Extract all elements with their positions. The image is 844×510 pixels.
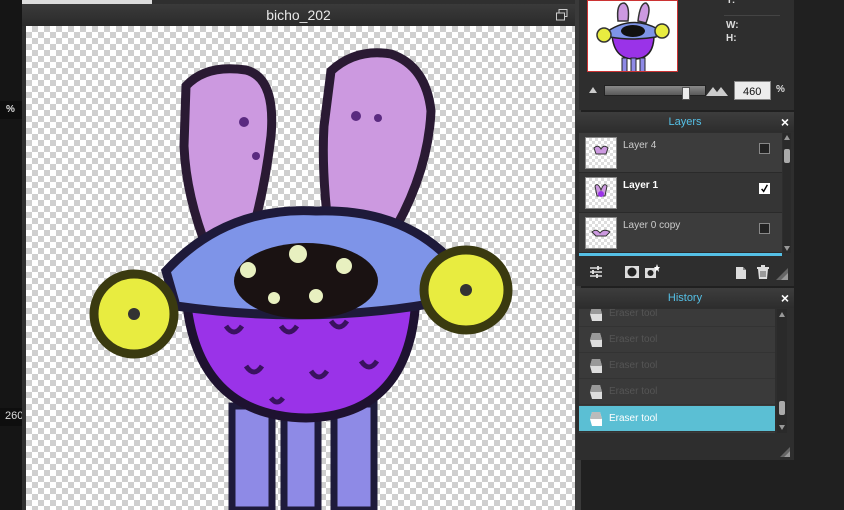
height-label: H: <box>726 33 737 44</box>
history-item[interactable]: Eraser tool <box>579 327 775 353</box>
layer-row[interactable]: Layer 4 <box>579 133 782 173</box>
effects-icon[interactable] <box>644 264 660 280</box>
width-label: W: <box>726 20 739 31</box>
restore-window-icon[interactable] <box>556 9 568 21</box>
history-item[interactable]: Eraser tool <box>579 353 775 379</box>
layer-name: Layer 1 <box>623 180 659 191</box>
document-top-strip <box>22 0 152 4</box>
history-panel: History × Eraser tool Eraser tool Eraser… <box>576 288 794 460</box>
history-titlebar[interactable]: History × <box>576 288 794 308</box>
new-layer-icon[interactable] <box>733 264 749 280</box>
eraser-icon <box>590 385 602 399</box>
history-item-label: Eraser tool <box>609 334 658 345</box>
scroll-down-icon[interactable] <box>784 246 790 251</box>
layers-scroll-thumb[interactable] <box>784 149 790 163</box>
zoom-slider-handle[interactable] <box>682 87 690 100</box>
layer-thumbnail <box>585 177 617 209</box>
layer-row[interactable]: Layer 0 copy <box>579 213 782 253</box>
history-item-label: Eraser tool <box>609 386 658 397</box>
image-canvas[interactable] <box>26 26 575 510</box>
layers-title: Layers <box>668 116 702 128</box>
navigator-panel: Y: W: H: % <box>579 0 794 110</box>
scroll-up-icon[interactable] <box>784 135 790 140</box>
eraser-icon <box>590 333 602 347</box>
scroll-up-icon[interactable] <box>779 312 785 317</box>
resize-grip-icon[interactable] <box>780 447 790 457</box>
history-item[interactable]: Eraser tool <box>579 406 775 432</box>
eraser-icon <box>590 412 602 426</box>
layers-scrollbar[interactable] <box>783 133 791 253</box>
left-zoom-value[interactable]: 260 <box>0 408 23 426</box>
layer-settings-icon[interactable] <box>588 264 604 280</box>
zoom-unit: % <box>776 84 785 95</box>
left-zoom-percent: % <box>0 101 22 119</box>
layers-panel: Layers × Layer 4 Layer 1 Layer 0 copy <box>576 112 794 286</box>
y-label: Y: <box>726 0 736 6</box>
layer-toolbar <box>576 258 794 286</box>
left-strip <box>0 0 22 510</box>
history-scrollbar[interactable] <box>777 309 787 433</box>
document-title: bicho_202 <box>266 7 331 23</box>
layer-row[interactable]: Layer 1 <box>579 173 782 213</box>
layers-close-icon[interactable]: × <box>781 112 789 132</box>
history-item[interactable]: Eraser tool <box>579 309 775 327</box>
history-title: History <box>667 292 703 304</box>
history-close-icon[interactable]: × <box>781 288 789 308</box>
history-item-label: Eraser tool <box>609 309 658 319</box>
zoom-input[interactable] <box>734 81 771 100</box>
eraser-icon <box>590 309 602 321</box>
zoom-out-icon[interactable] <box>589 87 597 93</box>
history-list: Eraser tool Eraser tool Eraser tool Eras… <box>579 309 775 433</box>
layer-visibility-checkbox[interactable] <box>759 183 770 194</box>
layer-visibility-checkbox[interactable] <box>759 223 770 234</box>
zoom-in-icon[interactable] <box>706 86 728 96</box>
mask-icon[interactable] <box>624 264 640 280</box>
eraser-icon <box>590 359 602 373</box>
scroll-down-icon[interactable] <box>779 425 785 430</box>
layer-name: Layer 4 <box>623 140 657 151</box>
document-window: bicho_202 <box>22 0 575 510</box>
layer-name: Layer 0 copy <box>623 220 681 231</box>
zoom-slider[interactable] <box>604 85 706 100</box>
navigator-thumbnail[interactable] <box>587 0 678 72</box>
zoom-row: % <box>587 81 792 100</box>
history-item-label: Eraser tool <box>609 360 658 371</box>
layer-visibility-checkbox[interactable] <box>759 143 770 154</box>
delete-layer-icon[interactable] <box>755 264 771 280</box>
monster-artwork <box>89 48 513 510</box>
resize-grip-icon[interactable] <box>776 268 788 280</box>
history-scroll-thumb[interactable] <box>779 401 785 415</box>
layer-thumbnail <box>585 217 617 249</box>
info-divider <box>724 15 780 16</box>
layer-drop-indicator <box>579 253 782 256</box>
history-item-label: Eraser tool <box>609 413 658 424</box>
layers-titlebar[interactable]: Layers × <box>576 112 794 132</box>
document-titlebar[interactable]: bicho_202 <box>22 4 575 26</box>
history-item[interactable]: Eraser tool <box>579 379 775 405</box>
layer-thumbnail <box>585 137 617 169</box>
layer-list: Layer 4 Layer 1 Layer 0 copy <box>579 133 782 253</box>
